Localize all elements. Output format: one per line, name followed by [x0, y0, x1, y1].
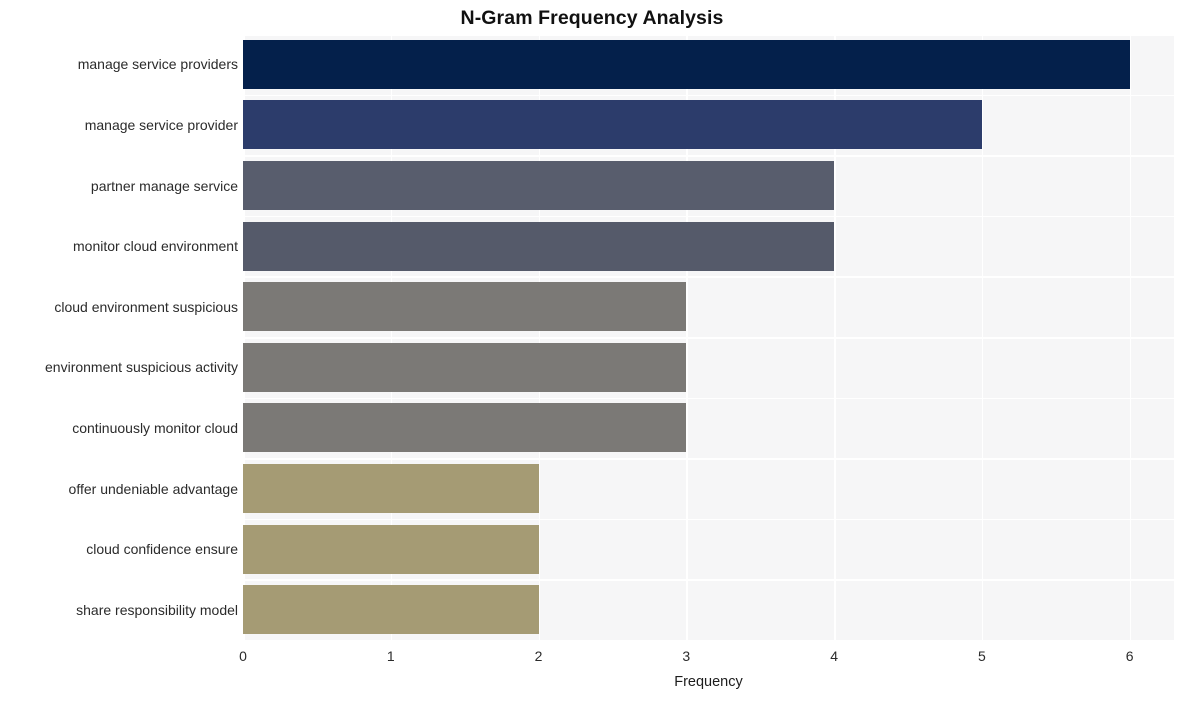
gridline-horizontal [243, 397, 1174, 400]
gridline-horizontal [243, 155, 1174, 157]
x-tick-label: 0 [239, 648, 247, 664]
bar [243, 524, 539, 574]
bar [243, 100, 982, 150]
gridline-horizontal [243, 276, 1174, 278]
y-tick-label: cloud confidence ensure [86, 541, 238, 558]
y-tick-label: partner manage service [90, 177, 238, 194]
y-tick-label: cloud environment suspicious [54, 298, 238, 315]
y-tick-label: environment suspicious activity [45, 359, 238, 376]
y-tick-label: offer undeniable advantage [68, 480, 238, 497]
bar [243, 403, 687, 453]
y-tick-label: share responsibility model [76, 601, 238, 618]
chart-figure: N-Gram Frequency Analysis manage service… [0, 0, 1184, 701]
x-tick-label: 5 [977, 648, 986, 664]
gridline-horizontal [243, 337, 1174, 339]
gridline-horizontal [243, 518, 1174, 521]
x-tick-label: 3 [682, 648, 691, 664]
plot-area [243, 34, 1174, 640]
bar [243, 282, 687, 332]
x-tick-label: 2 [534, 648, 543, 664]
gridline-horizontal [243, 34, 1174, 36]
bar [243, 39, 1130, 89]
page-title: N-Gram Frequency Analysis [460, 7, 724, 29]
bar [243, 161, 835, 210]
bar [243, 464, 539, 513]
y-tick-label: manage service provider [84, 116, 238, 133]
x-axis-title: Frequency [674, 674, 743, 690]
y-tick-label: continuously monitor cloud [72, 419, 238, 436]
x-tick-label: 6 [1125, 648, 1134, 664]
gridline-horizontal [243, 215, 1174, 218]
bar [243, 342, 687, 392]
y-tick-label: manage service providers [77, 56, 238, 73]
bar [243, 221, 835, 271]
gridline-horizontal [243, 94, 1174, 97]
y-tick-label: monitor cloud environment [73, 238, 238, 255]
gridline-horizontal [243, 458, 1174, 460]
x-tick-label: 4 [830, 648, 838, 664]
gridline-horizontal [243, 579, 1174, 581]
x-tick-label: 1 [386, 648, 395, 664]
bar [243, 585, 539, 635]
